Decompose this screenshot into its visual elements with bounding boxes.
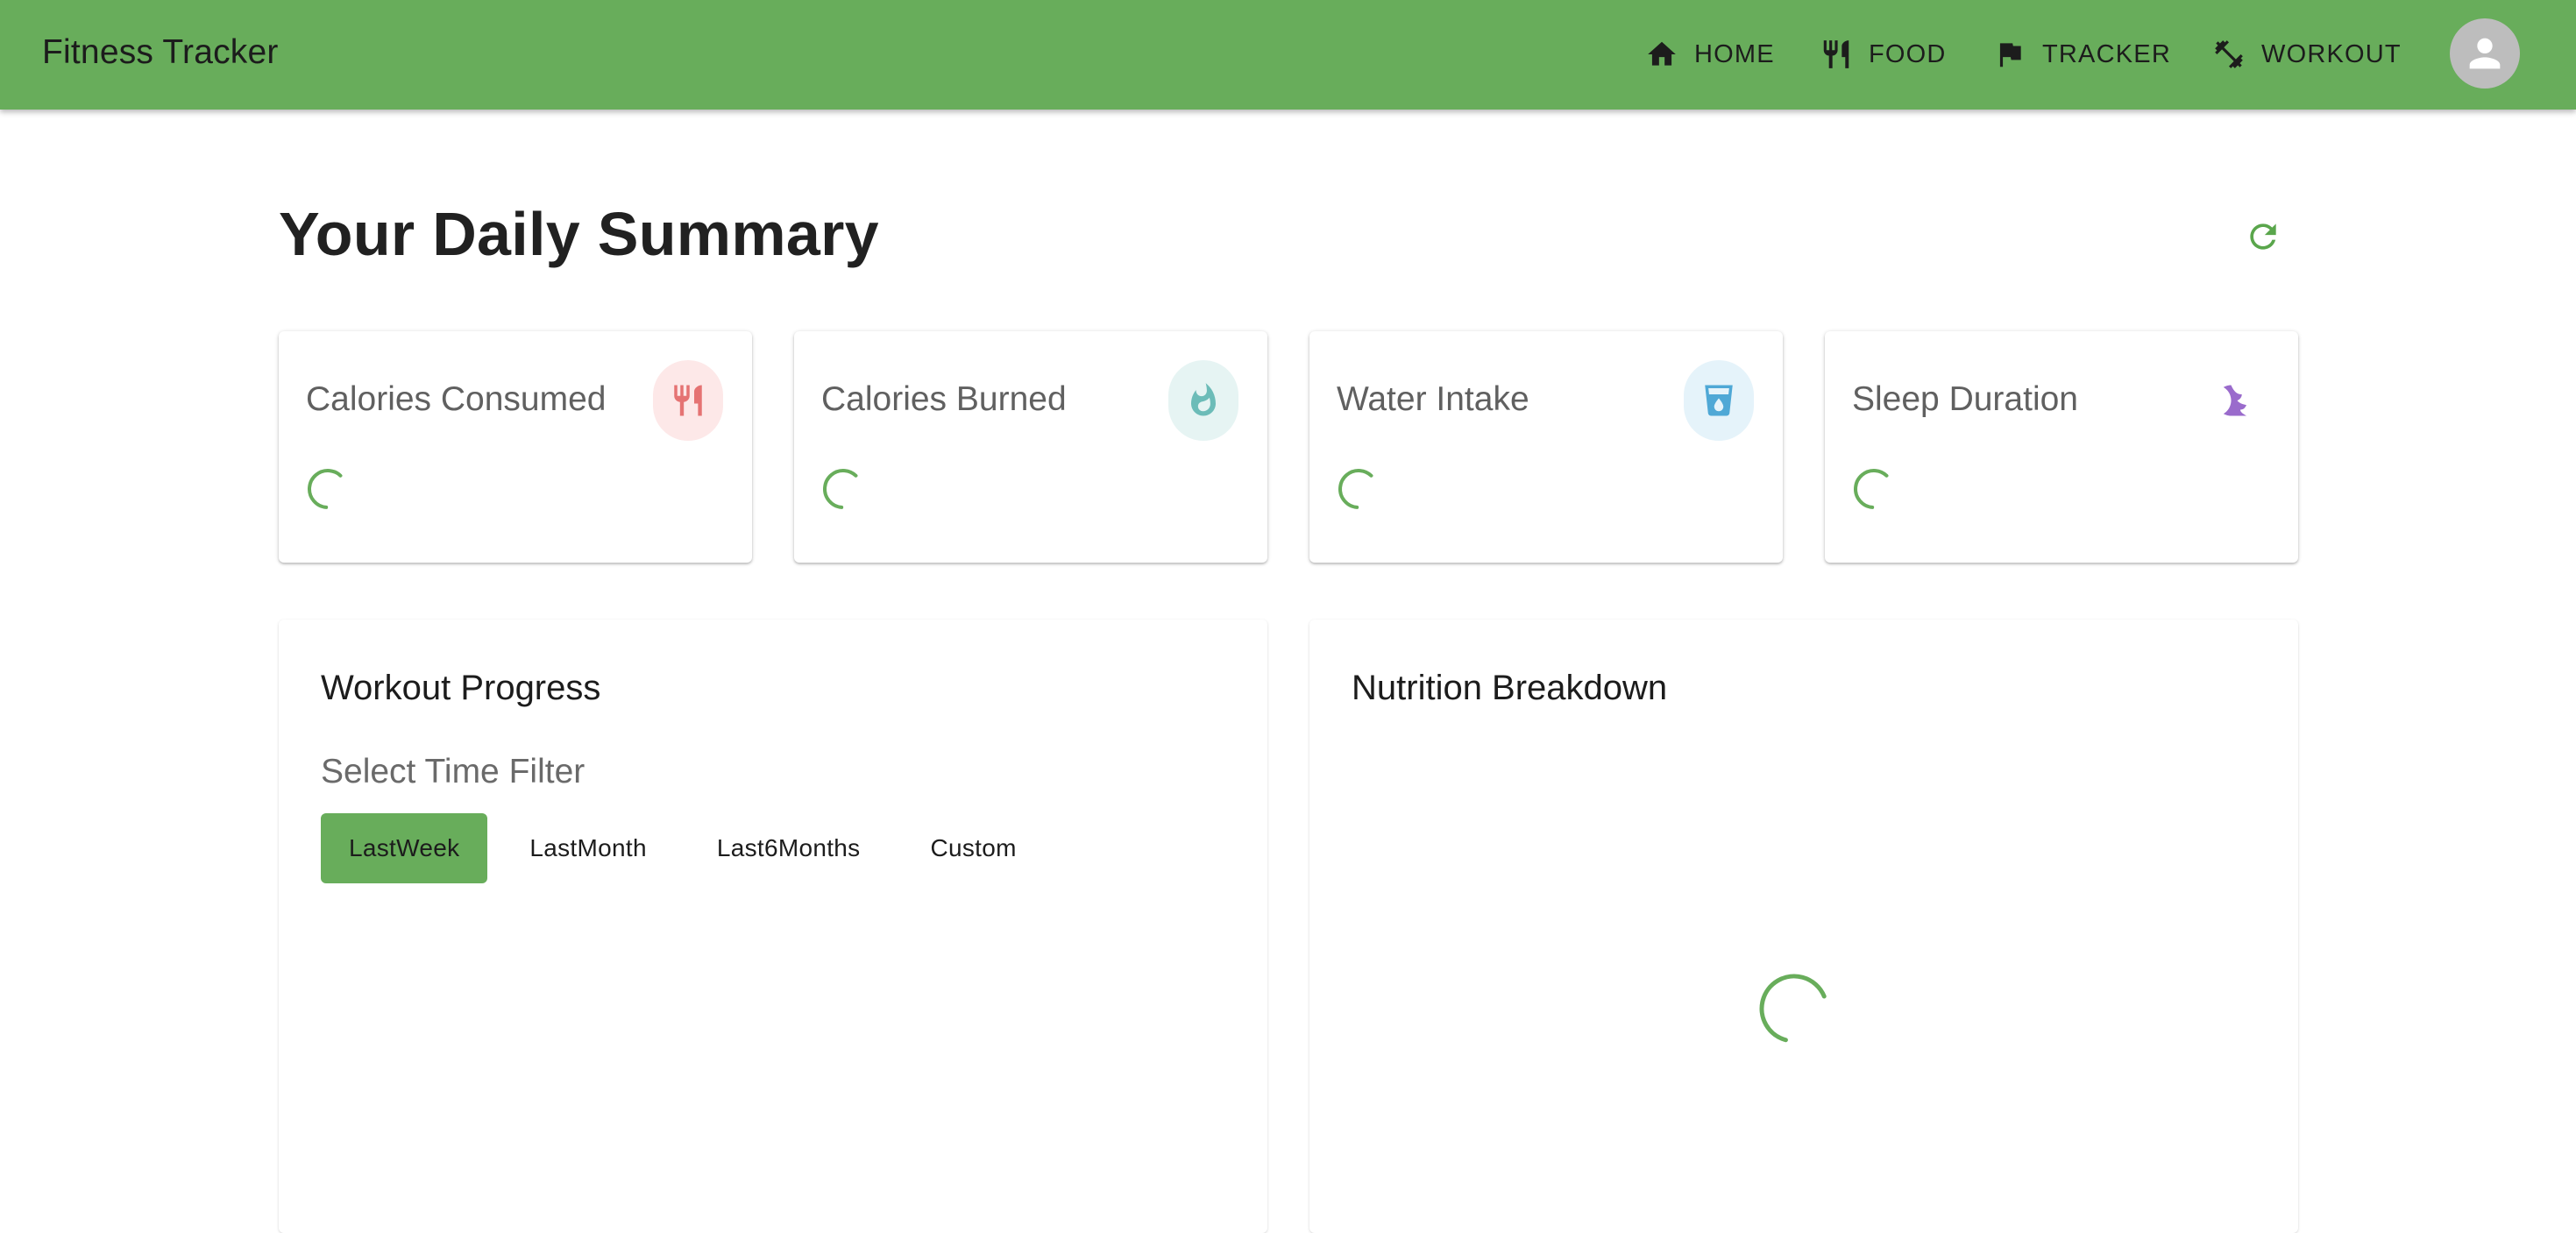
- nav-food[interactable]: FOOD: [1820, 32, 1947, 77]
- sleep-duration-label: Sleep Duration: [1852, 380, 2078, 418]
- user-icon: [2469, 38, 2501, 69]
- calories-consumed-card: Calories Consumed: [279, 331, 752, 563]
- page-title: Your Daily Summary: [279, 200, 879, 268]
- refresh-button[interactable]: [2240, 214, 2286, 259]
- nav-food-label: FOOD: [1869, 39, 1947, 68]
- nav-workout-label: WORKOUT: [2261, 39, 2402, 68]
- calories-burned-icon-badge: [1168, 360, 1238, 441]
- water-intake-icon-badge: [1684, 360, 1754, 441]
- filter-custom-button[interactable]: Custom: [902, 813, 1044, 883]
- app-bar: Fitness Tracker HOME FOOD TRACKER WORKOU…: [0, 0, 2576, 110]
- utensils-icon: [1823, 40, 1849, 68]
- filter-last-6-months-button[interactable]: Last6Months: [689, 813, 889, 883]
- loading-spinner: [1854, 469, 1894, 509]
- refresh-icon: [2250, 223, 2276, 250]
- water-intake-label: Water Intake: [1337, 380, 1529, 418]
- nav-workout[interactable]: WORKOUT: [2212, 32, 2402, 77]
- nutrition-breakdown-title: Nutrition Breakdown: [1352, 669, 1668, 707]
- nav-tracker[interactable]: TRACKER: [1993, 32, 2171, 77]
- workout-progress-title: Workout Progress: [321, 669, 601, 707]
- moon-icon: [2223, 385, 2246, 416]
- water-glass-icon: [1705, 385, 1733, 416]
- avatar[interactable]: [2450, 18, 2520, 89]
- sleep-duration-card: Sleep Duration: [1825, 331, 2298, 563]
- calories-burned-card: Calories Burned: [794, 331, 1267, 563]
- calories-consumed-label: Calories Consumed: [306, 380, 607, 418]
- nav-tracker-label: TRACKER: [2042, 39, 2171, 68]
- water-intake-card: Water Intake: [1309, 331, 1783, 563]
- loading-spinner: [1759, 974, 1829, 1044]
- flame-icon: [1191, 383, 1216, 416]
- nav-home-label: HOME: [1694, 39, 1775, 68]
- filter-last-month-button[interactable]: LastMonth: [501, 813, 674, 883]
- nutrition-breakdown-panel: Nutrition Breakdown: [1309, 620, 2298, 1233]
- loading-spinner: [823, 469, 863, 509]
- workout-icon: [2215, 40, 2243, 68]
- time-filter-group: LastWeek LastMonth Last6Months Custom: [321, 813, 1059, 883]
- home-icon: [1648, 41, 1676, 66]
- utensils-icon: [674, 385, 702, 416]
- loading-spinner: [1338, 469, 1379, 509]
- app-title: Fitness Tracker: [42, 33, 279, 71]
- workout-progress-panel: Workout Progress Select Time Filter Last…: [279, 620, 1267, 1233]
- calories-burned-label: Calories Burned: [821, 380, 1067, 418]
- calories-consumed-icon-badge: [653, 360, 723, 441]
- loading-spinner: [308, 469, 348, 509]
- time-filter-label: Select Time Filter: [321, 753, 585, 790]
- sleep-duration-icon-badge: [2199, 360, 2269, 441]
- flag-icon: [1999, 43, 2021, 67]
- nav-home[interactable]: HOME: [1645, 32, 1775, 77]
- filter-last-week-button[interactable]: LastWeek: [321, 813, 488, 883]
